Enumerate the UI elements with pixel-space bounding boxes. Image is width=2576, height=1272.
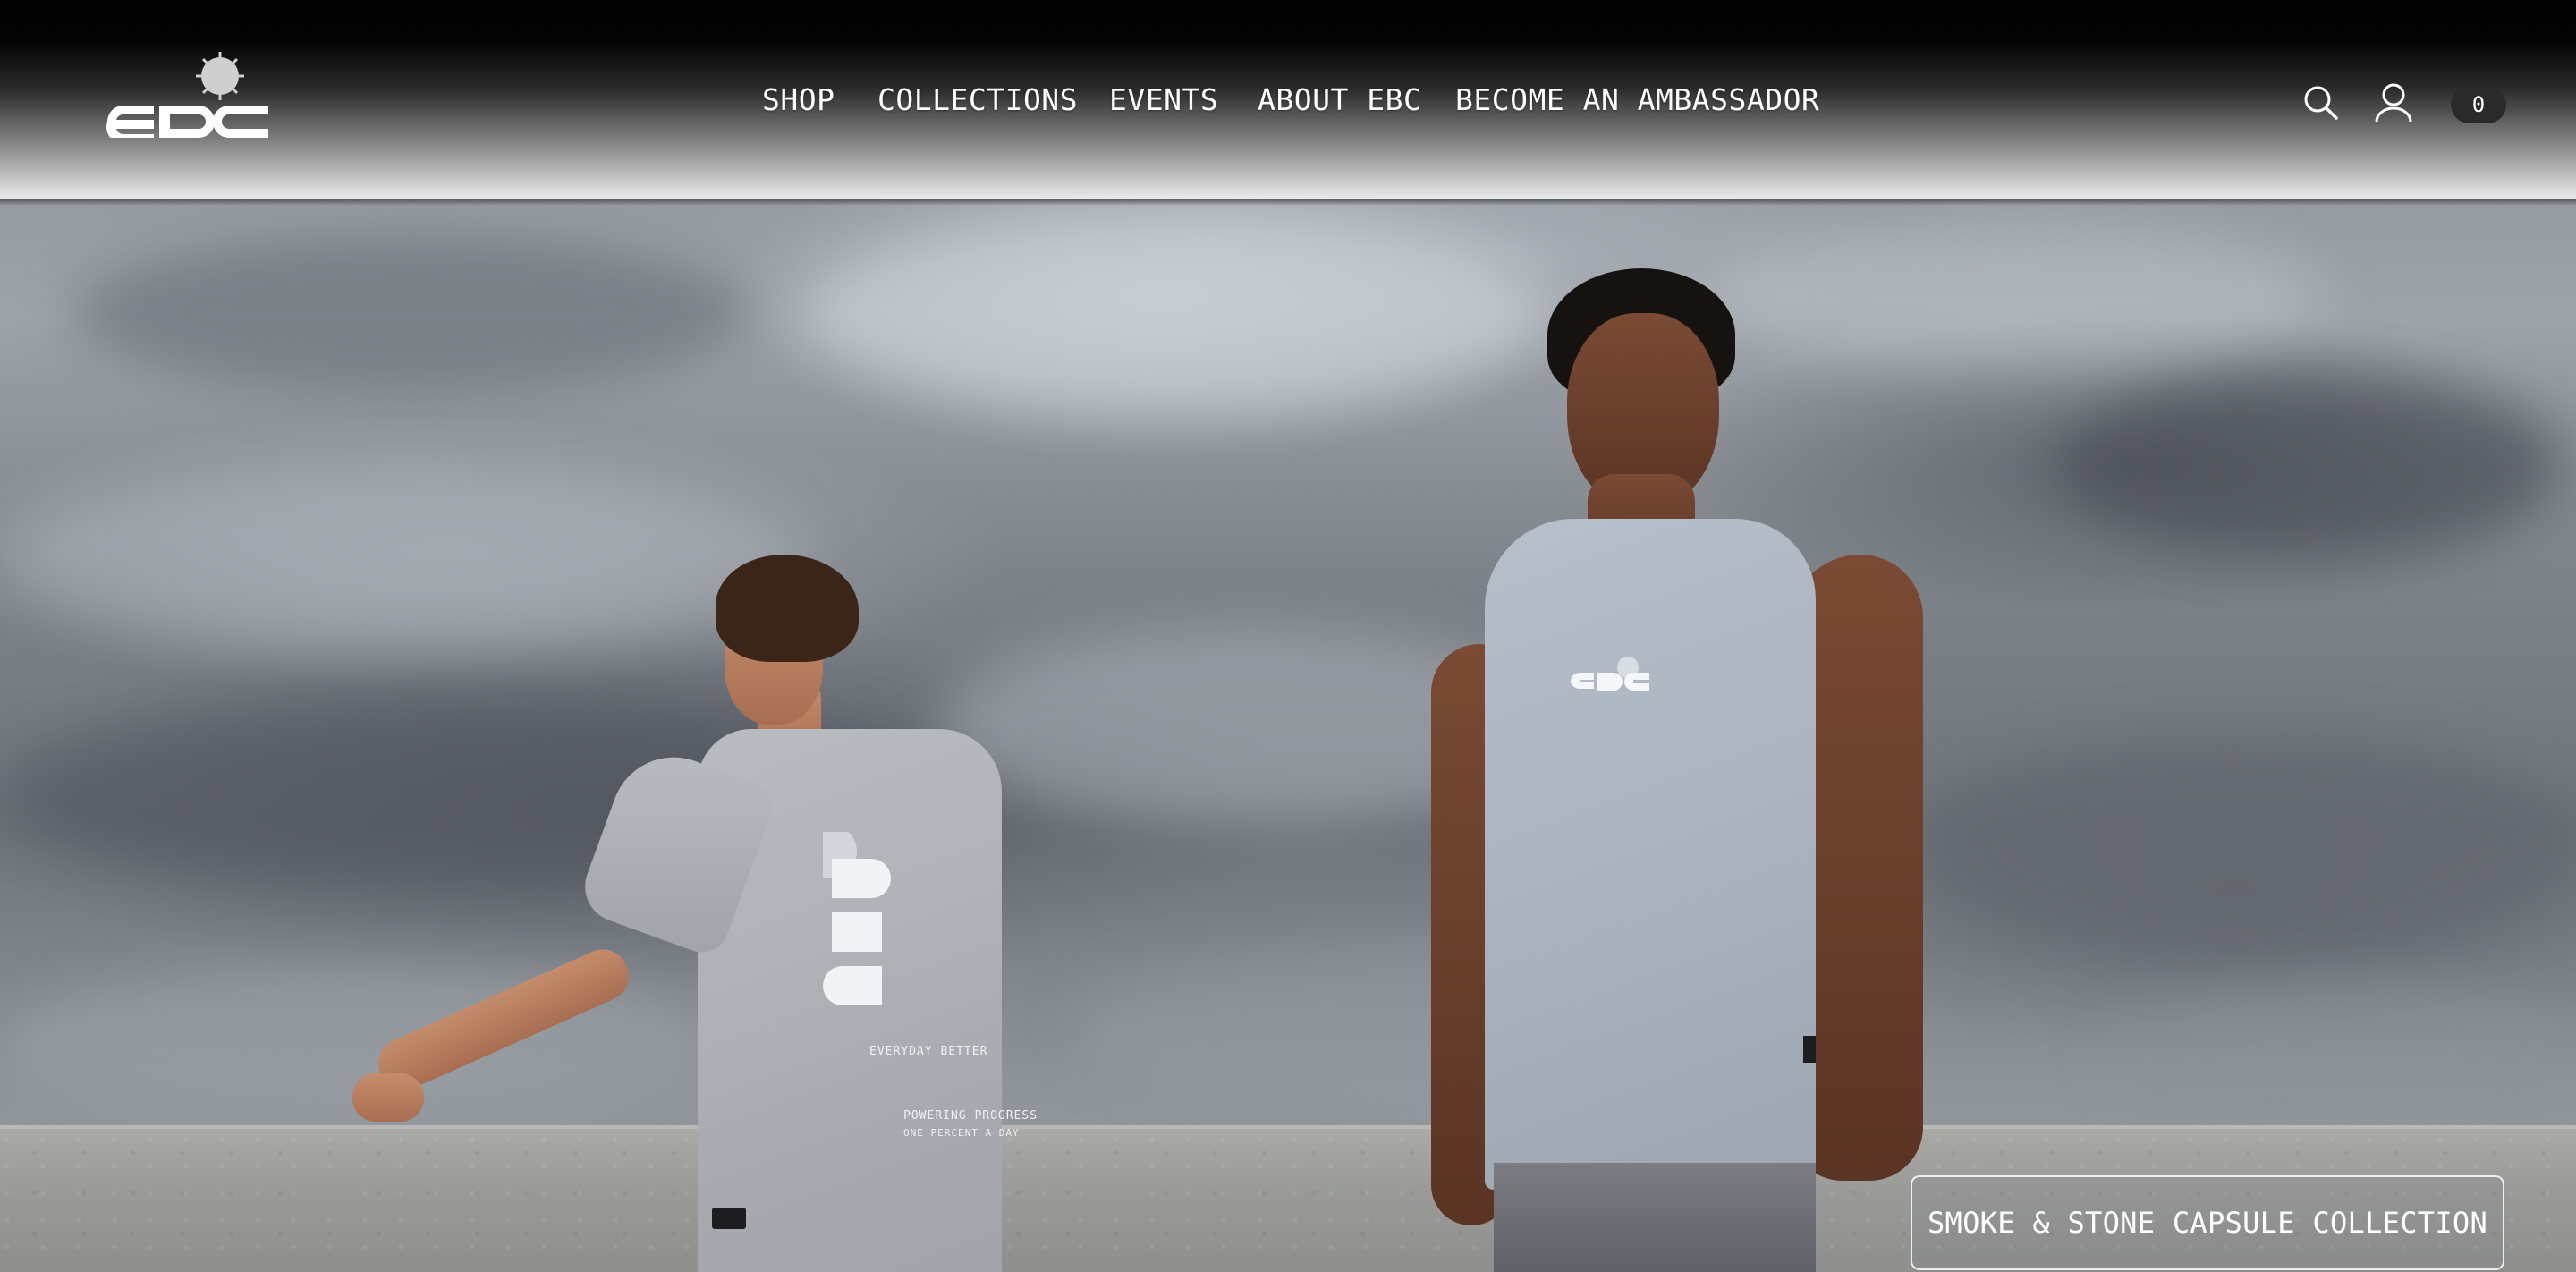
tee-print-line1: POWERING PROGRESS [903,1109,1038,1123]
nav-collections[interactable]: COLLECTIONS [877,82,1078,117]
tank-print-logo [1567,655,1653,700]
search-icon[interactable] [2302,84,2340,122]
tee-print-tagline: EVERYDAY BETTER [869,1045,988,1058]
cart-count: 0 [2471,92,2486,117]
tee-print-logo [803,825,894,1038]
model-left-arm [370,941,637,1098]
user-icon[interactable] [2374,82,2413,123]
model-right [1395,268,2004,1272]
cloud [1923,734,2576,966]
capsule-collection-button[interactable]: SMOKE & STONE CAPSULE COLLECTION [1911,1175,2504,1270]
header-divider [0,199,2576,206]
tee-print-line2: ONE PERCENT A DAY [903,1127,1020,1139]
site-header: SHOP COLLECTIONS EVENTS ABOUT EBC BECOME… [0,0,2576,199]
cloud [2057,376,2558,555]
model-right-tank [1485,519,1816,1190]
nav-events[interactable]: EVENTS [1109,82,1218,117]
model-right-shorts [1494,1163,1816,1272]
tee-tag [712,1208,746,1229]
nav-become-ambassador[interactable]: BECOME AN AMBASSADOR [1455,82,1819,117]
cart-icon[interactable]: 0 [2451,86,2506,123]
tank-tag [1803,1036,1816,1063]
cloud [2102,984,2576,1127]
nav-shop[interactable]: SHOP [762,82,835,117]
main-nav: SHOP COLLECTIONS EVENTS ABOUT EBC BECOME… [0,82,2576,127]
model-left-hand [352,1073,424,1122]
cloud [72,233,751,394]
nav-about-ebc[interactable]: ABOUT EBC [1258,82,1421,117]
model-left: EVERYDAY BETTER POWERING PROGRESS ONE PE… [340,546,1073,1272]
model-left-hair [716,555,859,662]
